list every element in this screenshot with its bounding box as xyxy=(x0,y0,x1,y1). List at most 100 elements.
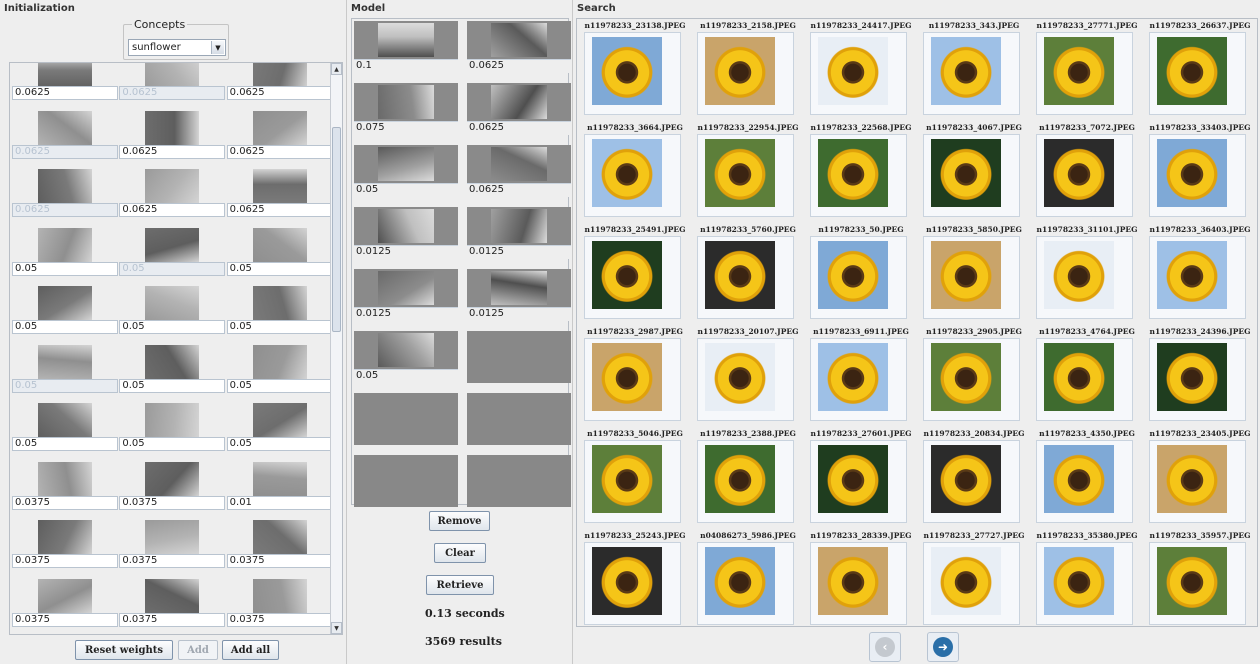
sunflower-photo[interactable] xyxy=(592,547,662,615)
init-scrollbar[interactable]: ▲ ▼ xyxy=(330,63,342,634)
chevron-down-icon[interactable]: ▼ xyxy=(211,41,224,54)
sunflower-photo[interactable] xyxy=(931,139,1001,207)
init-tile-weight[interactable]: 0.0375 xyxy=(12,554,118,568)
sunflower-photo[interactable] xyxy=(818,37,888,105)
search-result-item[interactable]: n11978233_23405.JPEG xyxy=(1144,427,1256,528)
search-result-item[interactable]: n11978233_23138.JPEG xyxy=(579,19,691,120)
sunflower-photo[interactable] xyxy=(818,547,888,615)
sunflower-photo[interactable] xyxy=(1157,241,1227,309)
init-tile[interactable]: 0.0625 xyxy=(225,169,333,235)
search-result-item[interactable]: n11978233_27771.JPEG xyxy=(1031,19,1143,120)
init-tile[interactable]: 0.05 xyxy=(10,403,118,469)
search-result-item[interactable]: n11978233_4764.JPEG xyxy=(1031,325,1143,426)
init-tile[interactable]: 0.0375 xyxy=(225,520,333,586)
init-tile[interactable]: 0.0375 xyxy=(10,520,118,586)
model-tile[interactable]: 0.0125 xyxy=(354,269,458,321)
init-tile-weight[interactable]: 0.0625 xyxy=(12,144,118,159)
sunflower-photo[interactable] xyxy=(818,139,888,207)
init-tile-weight[interactable]: 0.0375 xyxy=(12,495,118,510)
model-tile-weight[interactable]: 0.075 xyxy=(354,121,458,135)
sunflower-photo[interactable] xyxy=(931,547,1001,615)
scroll-down-icon[interactable]: ▼ xyxy=(331,622,342,634)
init-tile-weight[interactable]: 0.0375 xyxy=(12,612,118,627)
clear-button[interactable]: Clear xyxy=(434,543,486,563)
init-tile[interactable]: 0.05 xyxy=(10,227,118,294)
model-tile-weight[interactable]: 0.0625 xyxy=(467,59,571,73)
init-tile[interactable]: 0.05 xyxy=(225,286,333,352)
init-tile[interactable]: 0.0625 xyxy=(225,63,333,118)
sunflower-photo[interactable] xyxy=(705,139,775,207)
search-result-item[interactable]: n11978233_2987.JPEG xyxy=(579,325,691,426)
init-tile-weight[interactable]: 0.05 xyxy=(226,437,333,451)
sunflower-photo[interactable] xyxy=(705,241,775,309)
sunflower-photo[interactable] xyxy=(931,37,1001,105)
remove-button[interactable]: Remove xyxy=(429,511,490,531)
sunflower-photo[interactable] xyxy=(592,139,662,207)
search-result-item[interactable]: n11978233_6911.JPEG xyxy=(805,325,917,426)
sunflower-photo[interactable] xyxy=(592,241,662,309)
add-button[interactable]: Add xyxy=(178,640,218,660)
init-tile[interactable]: 0.0625 xyxy=(225,110,333,177)
model-tile-weight[interactable]: 0.0625 xyxy=(467,183,571,197)
init-tile-weight[interactable]: 0.01 xyxy=(226,495,333,510)
init-tile-weight[interactable]: 0.0625 xyxy=(119,86,226,100)
sunflower-photo[interactable] xyxy=(592,445,662,513)
search-result-item[interactable]: n11978233_2905.JPEG xyxy=(918,325,1030,426)
init-tile-weight[interactable]: 0.0625 xyxy=(226,203,333,217)
search-result-item[interactable]: n11978233_31101.JPEG xyxy=(1031,223,1143,324)
search-result-item[interactable]: n11978233_5850.JPEG xyxy=(918,223,1030,324)
sunflower-photo[interactable] xyxy=(931,241,1001,309)
init-tile[interactable]: 0.05 xyxy=(225,344,333,411)
init-tile[interactable]: 0.05 xyxy=(10,344,118,411)
sunflower-photo[interactable] xyxy=(705,445,775,513)
init-tile[interactable]: 0.0375 xyxy=(117,578,226,635)
sunflower-photo[interactable] xyxy=(705,547,775,615)
init-tile-weight[interactable]: 0.0625 xyxy=(12,86,118,100)
prev-page-button[interactable]: ‹ xyxy=(869,632,901,662)
init-tile[interactable]: 0.05 xyxy=(117,227,226,294)
init-tile-weight[interactable]: 0.05 xyxy=(12,261,118,276)
sunflower-photo[interactable] xyxy=(1157,139,1227,207)
sunflower-photo[interactable] xyxy=(1044,139,1114,207)
sunflower-photo[interactable] xyxy=(818,343,888,411)
search-result-item[interactable]: n11978233_24417.JPEG xyxy=(805,19,917,120)
search-result-item[interactable]: n11978233_50.JPEG xyxy=(805,223,917,324)
init-tile[interactable]: 0.0625 xyxy=(10,169,118,235)
model-tile-weight[interactable]: 0.0125 xyxy=(467,307,571,321)
model-empty-slot[interactable] xyxy=(354,393,458,445)
init-tile[interactable]: 0.05 xyxy=(117,286,226,352)
search-result-item[interactable]: n11978233_28339.JPEG xyxy=(805,529,917,626)
model-tile-weight[interactable]: 0.1 xyxy=(354,59,458,73)
init-tile-weight[interactable]: 0.0375 xyxy=(119,612,226,627)
sunflower-photo[interactable] xyxy=(1044,445,1114,513)
search-result-item[interactable]: n11978233_4067.JPEG xyxy=(918,121,1030,222)
model-empty-slot[interactable] xyxy=(467,393,571,445)
search-result-item[interactable]: n11978233_22954.JPEG xyxy=(692,121,804,222)
search-result-item[interactable]: n11978233_343.JPEG xyxy=(918,19,1030,120)
sunflower-photo[interactable] xyxy=(705,37,775,105)
sunflower-photo[interactable] xyxy=(931,445,1001,513)
init-tile-weight[interactable]: 0.05 xyxy=(12,320,118,334)
sunflower-photo[interactable] xyxy=(1044,37,1114,105)
model-tile[interactable]: 0.0125 xyxy=(467,207,571,259)
add-all-button[interactable]: Add all xyxy=(222,640,279,660)
sunflower-photo[interactable] xyxy=(1157,445,1227,513)
init-tile-weight[interactable]: 0.0375 xyxy=(226,554,333,568)
model-tile[interactable]: 0.0625 xyxy=(467,21,571,73)
sunflower-photo[interactable] xyxy=(818,445,888,513)
model-tile-weight[interactable]: 0.0125 xyxy=(467,245,571,259)
sunflower-photo[interactable] xyxy=(931,343,1001,411)
init-tile-weight[interactable]: 0.0375 xyxy=(119,495,226,510)
init-tile[interactable]: 0.05 xyxy=(225,403,333,469)
model-tile[interactable]: 0.0125 xyxy=(467,269,571,321)
init-tile-weight[interactable]: 0.05 xyxy=(119,320,226,334)
concept-select[interactable]: sunflower ▼ xyxy=(128,39,226,56)
scroll-thumb[interactable] xyxy=(332,127,341,332)
search-result-item[interactable]: n04086273_5986.JPEG xyxy=(692,529,804,626)
init-tile[interactable]: 0.0625 xyxy=(117,169,226,235)
search-result-item[interactable]: n11978233_22568.JPEG xyxy=(805,121,917,222)
search-result-item[interactable]: n11978233_2158.JPEG xyxy=(692,19,804,120)
search-result-item[interactable]: n11978233_20107.JPEG xyxy=(692,325,804,426)
init-tile-weight[interactable]: 0.05 xyxy=(119,378,226,393)
sunflower-photo[interactable] xyxy=(705,343,775,411)
